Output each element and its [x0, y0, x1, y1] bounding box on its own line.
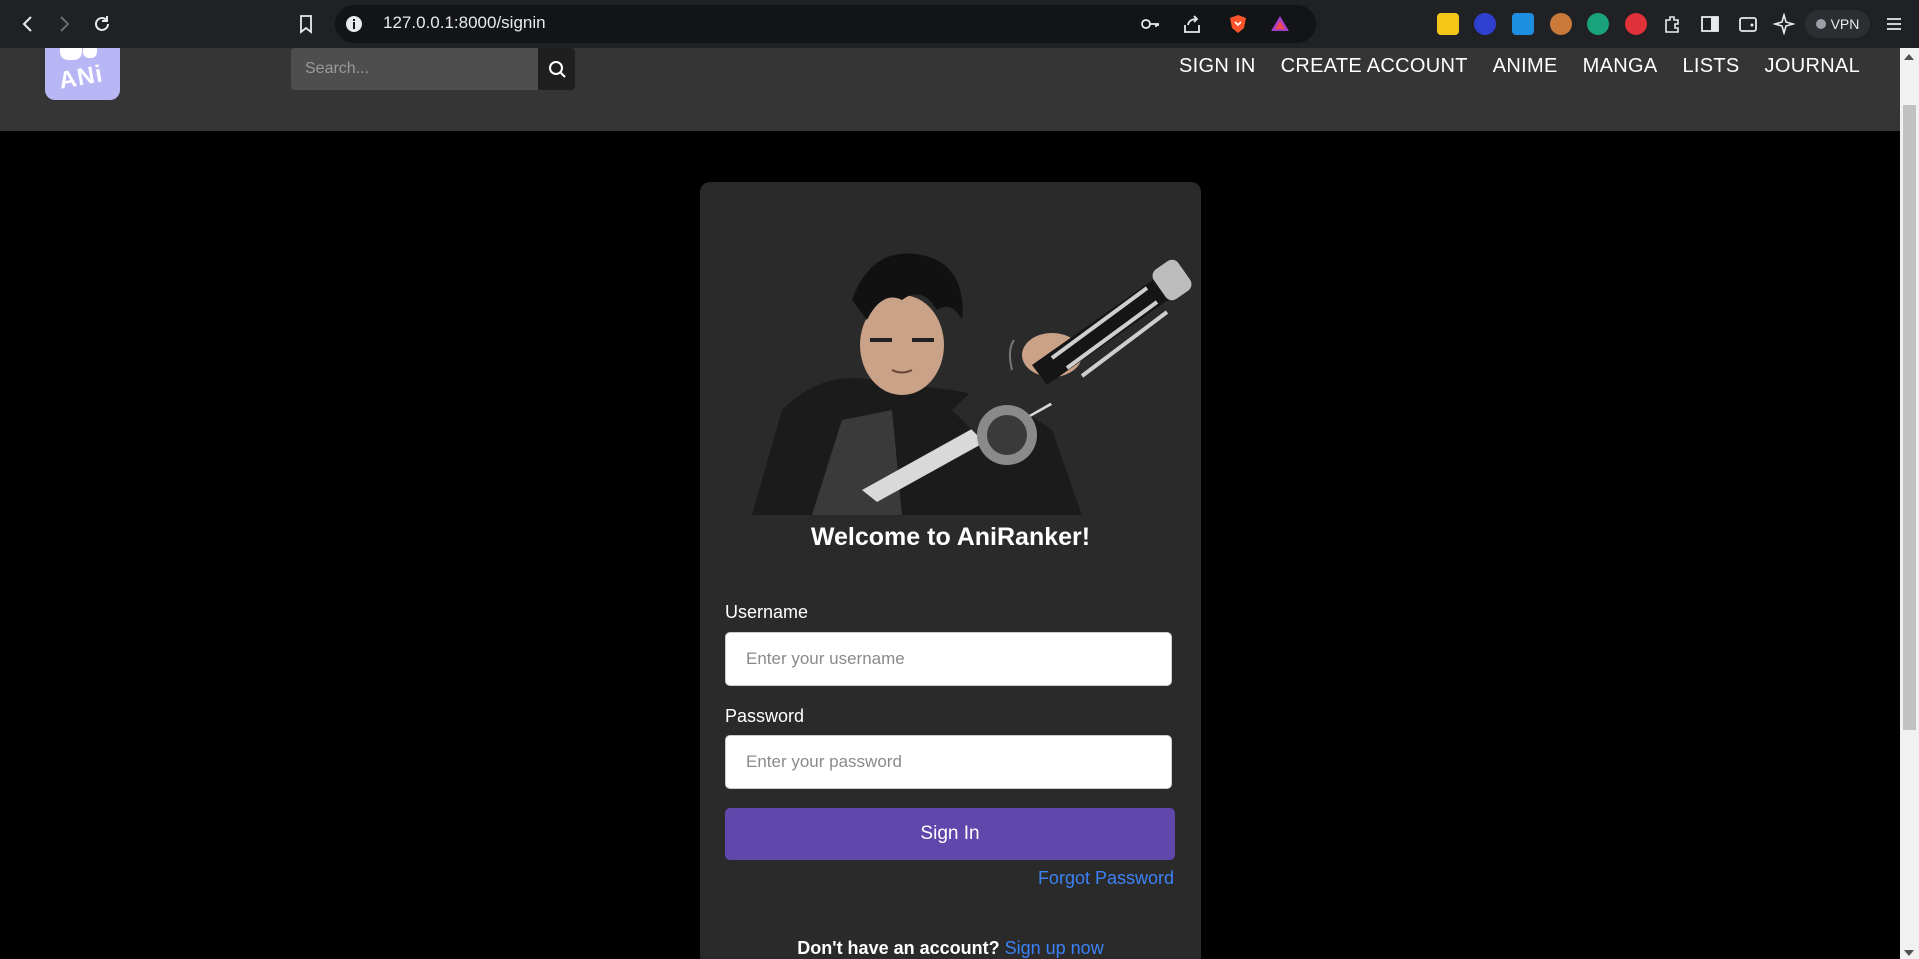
leo-icon[interactable] — [1772, 12, 1796, 36]
extensions-icon[interactable] — [1660, 12, 1684, 36]
reload-icon[interactable] — [88, 10, 116, 38]
scroll-down-icon[interactable] — [1904, 950, 1914, 956]
nav-manga[interactable]: MANGA — [1583, 55, 1658, 78]
brave-shield-icon[interactable] — [1226, 12, 1250, 36]
scrollbar-thumb[interactable] — [1903, 105, 1916, 730]
vpn-button[interactable]: VPN — [1805, 10, 1870, 38]
logo-text: ANi — [56, 60, 106, 95]
logo-shape — [83, 48, 97, 58]
brave-rewards-icon[interactable] — [1268, 12, 1292, 36]
extension-2-icon[interactable] — [1474, 13, 1496, 35]
bookmark-icon[interactable] — [294, 12, 318, 36]
wallet-icon[interactable] — [1736, 12, 1760, 36]
search-input[interactable] — [291, 48, 538, 90]
forgot-password-link[interactable]: Forgot Password — [1038, 868, 1174, 889]
forward-icon[interactable] — [50, 10, 78, 38]
sign-up-link[interactable]: Sign up now — [1005, 938, 1104, 958]
signup-prompt: Don't have an account? Sign up now — [700, 938, 1201, 959]
logo-shape — [60, 48, 82, 60]
extension-4-icon[interactable] — [1550, 13, 1572, 35]
extension-3-icon[interactable] — [1512, 13, 1534, 35]
search-button[interactable] — [538, 48, 575, 90]
nav-create-account[interactable]: CREATE ACCOUNT — [1281, 55, 1468, 78]
main-nav: SIGN IN CREATE ACCOUNT ANIME MANGA LISTS… — [1179, 55, 1860, 78]
extension-6-icon[interactable] — [1625, 13, 1647, 35]
nav-anime[interactable]: ANIME — [1493, 55, 1558, 78]
search-icon — [548, 61, 566, 78]
nav-journal[interactable]: JOURNAL — [1765, 55, 1860, 78]
sign-in-button[interactable]: Sign In — [725, 808, 1175, 860]
anime-character-illustration — [752, 253, 1192, 515]
scroll-up-icon[interactable] — [1904, 54, 1914, 60]
site-logo[interactable]: ANi — [45, 48, 120, 100]
nav-lists[interactable]: LISTS — [1682, 55, 1739, 78]
nav-sign-in[interactable]: SIGN IN — [1179, 55, 1256, 78]
password-field[interactable] — [725, 735, 1172, 789]
extension-5-icon[interactable] — [1587, 13, 1609, 35]
sidebar-icon[interactable] — [1698, 12, 1722, 36]
key-icon[interactable] — [1138, 12, 1162, 36]
menu-icon[interactable] — [1882, 12, 1906, 36]
welcome-title: Welcome to AniRanker! — [810, 523, 1091, 551]
password-label: Password — [725, 706, 805, 726]
vpn-label: VPN — [1830, 16, 1860, 32]
vpn-status-icon — [1815, 19, 1826, 29]
url-text[interactable]: 127.0.0.1:8000/signin — [383, 13, 546, 33]
extension-1-icon[interactable] — [1437, 13, 1459, 35]
share-icon[interactable] — [1180, 12, 1204, 36]
info-icon[interactable] — [342, 12, 366, 36]
signup-question: Don't have an account? — [797, 938, 1000, 958]
username-field[interactable] — [725, 632, 1172, 686]
username-label: Username — [725, 602, 809, 622]
back-icon[interactable] — [14, 10, 42, 38]
